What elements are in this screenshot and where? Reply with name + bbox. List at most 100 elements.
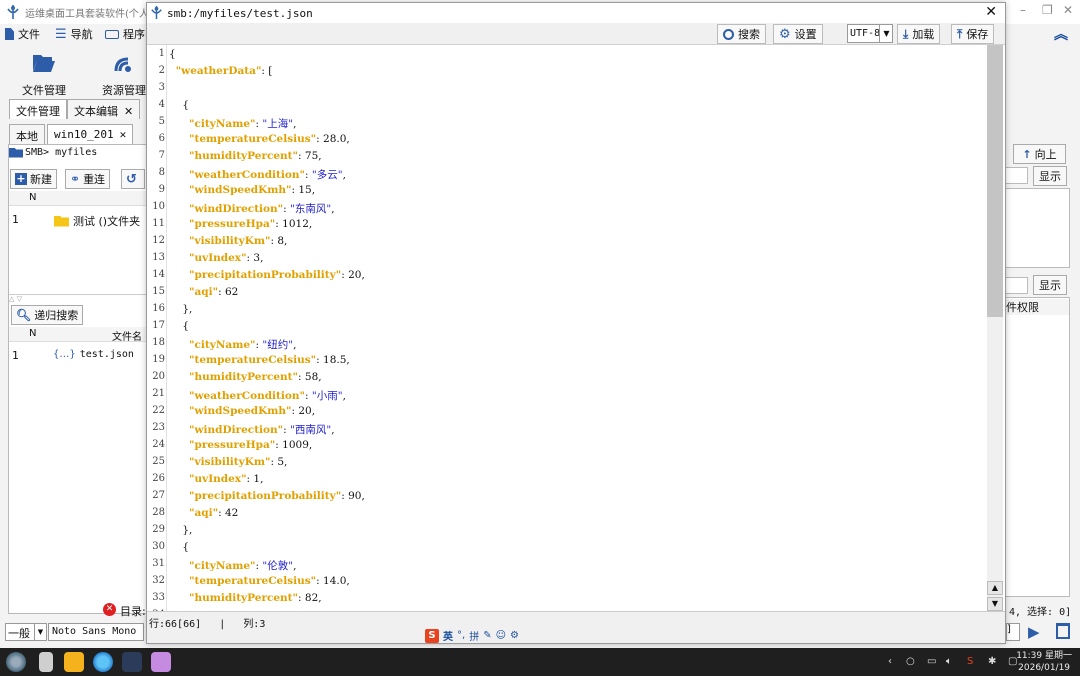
folder-icon <box>9 147 23 158</box>
close-tab-icon[interactable]: ✕ <box>124 105 133 118</box>
mode-select[interactable]: 一般 ▼ <box>5 623 47 641</box>
save-button[interactable]: ⤒ 保存 <box>951 24 995 44</box>
ime-logo-icon: S <box>425 628 439 643</box>
list-box[interactable] <box>1005 188 1070 268</box>
tray-ime-icon[interactable]: S <box>967 656 973 667</box>
reconnect-button[interactable]: ⚭ 重连 <box>65 169 111 189</box>
collapse-chevron-icon[interactable]: ︽ <box>1054 24 1068 44</box>
load-button[interactable]: ⤓ 加载 <box>897 24 941 44</box>
code-line: "temperatureCelsius": 18.5, <box>189 354 350 366</box>
close-main-icon[interactable]: ✕ <box>1063 3 1073 17</box>
task-view-icon[interactable] <box>39 652 53 672</box>
font-select[interactable]: Noto Sans Mono CJK <box>48 623 144 641</box>
tray-volume-icon[interactable]: 🔈︎ <box>946 656 952 667</box>
code-line: "humidityPercent": 58, <box>189 371 322 383</box>
menu-program[interactable]: 程序 <box>105 26 145 42</box>
save-button-label: 保存 <box>966 28 989 41</box>
editor-toolbar: 搜索 ⚙ 设置 UTF-8 ▼ ⤓ 加载 ⤒ 保存 <box>147 23 1005 45</box>
code-line: "windSpeedKmh": 15, <box>189 184 316 196</box>
tray-bluetooth-icon[interactable]: ✱ <box>988 656 996 667</box>
json-file-icon: {…} <box>53 349 76 360</box>
close-icon[interactable]: ✕ <box>985 4 997 20</box>
search-button-label: 搜索 <box>738 28 760 41</box>
code-line: "visibilityKm": 8, <box>189 235 288 247</box>
filter-input[interactable] <box>1005 277 1028 294</box>
recursive-search-label: 递归搜索 <box>34 309 79 322</box>
list-item[interactable]: 1 <box>12 213 19 226</box>
ime-toolbar[interactable]: S 英 °, 拼 ✎ ☺ ⚙ <box>425 628 519 643</box>
line-number: 16 <box>152 303 165 314</box>
clock-time: 11:39 星期一 <box>1016 651 1072 661</box>
ime-pinyin-icon[interactable]: 拼 <box>469 628 479 643</box>
code-line: "cityName": "伦敦", <box>189 560 297 572</box>
ime-lang[interactable]: 英 <box>443 628 453 643</box>
chevron-down-icon: ▼ <box>34 624 46 640</box>
col-n: N <box>29 328 37 339</box>
ime-emoji-icon[interactable]: ☺ <box>496 630 506 641</box>
ime-settings-icon[interactable]: ⚙ <box>510 630 519 641</box>
code-editor[interactable]: 1 2 3 4 5 6 7 8 9 10 11 12 13 14 15 16 17 18 19 20 21 22 23 24 2… <box>147 45 987 611</box>
breadcrumb[interactable]: SMB> myfiles <box>9 147 97 158</box>
chevron-down-icon[interactable]: ▼ <box>879 24 893 43</box>
line-number: 2 <box>158 65 165 76</box>
line-number: 7 <box>158 150 165 161</box>
line-number: 5 <box>158 116 165 127</box>
play-icon[interactable]: ▶ <box>1028 623 1040 641</box>
trash-icon[interactable] <box>1056 623 1070 639</box>
code-line: "aqi": 42 <box>189 507 239 519</box>
refresh-button[interactable]: ↺ <box>121 169 145 189</box>
scrollbar-thumb[interactable] <box>987 45 1003 317</box>
search-button[interactable]: 搜索 <box>717 24 766 44</box>
line-number: 3 <box>158 82 165 93</box>
scroll-up-icon[interactable]: ▲ <box>987 581 1003 595</box>
close-tab-icon[interactable]: ✕ <box>120 128 127 141</box>
editor-titlebar[interactable]: smb:/myfiles/test.json ✕ <box>147 3 1005 23</box>
tab-file-manager[interactable]: 文件管理 <box>9 99 67 119</box>
permissions-table[interactable]: 件权限 <box>1005 297 1070 597</box>
tray-chevron-icon[interactable]: ‹ <box>888 656 892 667</box>
line-number: 31 <box>152 558 165 569</box>
tab-local[interactable]: 本地 <box>9 124 45 144</box>
recursive-search-button[interactable]: 🔍︎ 递归搜索 <box>11 305 84 325</box>
splitter-handle[interactable]: △ ▽ <box>9 294 147 303</box>
list-item[interactable]: 1 <box>12 349 19 362</box>
dropdown-button[interactable]: ] <box>1006 623 1020 641</box>
vertical-scrollbar[interactable]: ▲ ▼ <box>987 45 1003 611</box>
minimize-icon[interactable]: – <box>1020 3 1026 17</box>
ime-pen-icon[interactable]: ✎ <box>483 630 491 641</box>
row-number: 1 <box>12 349 19 362</box>
ops-tool-app-icon[interactable] <box>122 652 142 672</box>
clock[interactable]: 11:39 星期一 2026/01/19 <box>1016 650 1072 674</box>
filter-input[interactable] <box>1005 167 1028 184</box>
start-menu-icon[interactable] <box>6 652 26 672</box>
arrow-up-icon: ↑ <box>1022 147 1032 161</box>
tab-remote-host[interactable]: win10_201 ✕ <box>47 124 134 144</box>
tray-display-icon[interactable]: ▭ <box>927 656 936 667</box>
tray-search-icon[interactable]: ○ <box>906 656 915 667</box>
code-line: "uvIndex": 1, <box>189 473 264 485</box>
file-manager-app-icon[interactable] <box>64 652 84 672</box>
ime-punct-icon[interactable]: °, <box>457 630 465 641</box>
settings-button[interactable]: ⚙ 设置 <box>773 24 823 44</box>
menu-nav[interactable]: ☰ 导航 <box>55 26 93 42</box>
code-line: "temperatureCelsius": 14.0, <box>189 575 350 587</box>
up-button[interactable]: ↑ 向上 <box>1013 144 1066 164</box>
taskbar: ‹ ○ ▭ 🔈︎ S ✱ ▢ 11:39 星期一 2026/01/19 <box>0 648 1080 676</box>
folder-row[interactable]: 测试 ()文件夹 <box>54 213 140 229</box>
browser-app-icon[interactable] <box>93 652 113 672</box>
show-button[interactable]: 显示 <box>1033 275 1067 295</box>
reconnect-button-label: 重连 <box>83 173 106 186</box>
show-button[interactable]: 显示 <box>1033 166 1067 186</box>
scroll-down-icon[interactable]: ▼ <box>987 597 1003 611</box>
app-title: 运维桌面工具套装软件(个人版) <box>25 9 163 20</box>
json-file-row[interactable]: {…} test.json <box>53 349 134 360</box>
tab-text-editor[interactable]: 文本编辑 ✕ <box>67 99 141 119</box>
link-icon: ⚭ <box>70 172 81 186</box>
menu-file[interactable]: 文件 <box>5 26 40 42</box>
terminal-app-icon[interactable] <box>151 652 171 672</box>
dir-label: 目录: <box>120 605 146 618</box>
new-button[interactable]: + 新建 <box>10 169 57 189</box>
restore-icon[interactable]: ❐ <box>1042 3 1053 17</box>
file-icon <box>5 28 14 40</box>
hamburger-icon: ☰ <box>55 26 67 42</box>
